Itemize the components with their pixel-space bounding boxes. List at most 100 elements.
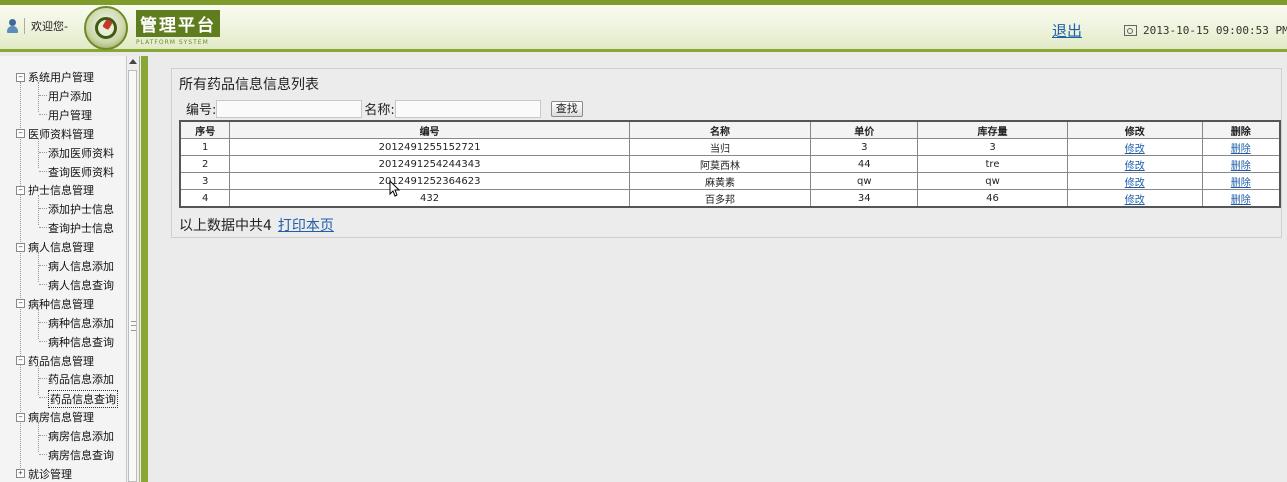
sidebar-scrollbar[interactable]	[126, 56, 139, 482]
medicine-list-panel: 所有药品信息信息列表 编号: 名称: 查找 序号 编号 名称 单价 库存量 修改 删除 12…	[171, 68, 1282, 238]
table-cell: 4	[179, 189, 231, 208]
table-row: 2 2012491254244343 阿莫西林 44 tre 修改 删除	[179, 155, 1281, 173]
sidebar-item[interactable]: 添加护士信息	[48, 201, 114, 217]
tree-guide-line	[38, 252, 39, 282]
scroll-thumb[interactable]	[128, 70, 137, 482]
tree-branch-line	[39, 378, 47, 380]
print-page-link[interactable]: 打印本页	[278, 218, 334, 234]
table-cell: 432	[229, 189, 630, 208]
brand-title: 管理平台	[136, 10, 220, 37]
table-cell: 麻黄素	[628, 172, 812, 190]
sidebar-group[interactable]: + 就诊管理	[16, 466, 72, 482]
sidebar-item[interactable]: 病房信息添加	[48, 428, 114, 444]
table-cell: 46	[917, 189, 1068, 208]
mouse-cursor-icon	[389, 180, 401, 197]
sidebar-item[interactable]: 病种信息查询	[48, 334, 114, 350]
tree-branch-line	[39, 227, 47, 229]
tree-guide-line	[38, 422, 39, 452]
collapse-icon[interactable]: −	[16, 72, 25, 82]
table-cell: 修改	[1066, 155, 1203, 173]
delete-link[interactable]: 删除	[1231, 144, 1251, 155]
top-header: 欢迎您- 管理平台 PLATFORM SYSTEM 退出 2013-10-15 …	[0, 0, 1287, 52]
sidebar-group-label: 就诊管理	[28, 467, 72, 481]
medicine-table: 序号 编号 名称 单价 库存量 修改 删除 1 2012491255152721 当归 3 3 修改删…	[179, 120, 1281, 208]
table-cell: 修改	[1066, 189, 1203, 208]
welcome-box: 欢迎您-	[6, 18, 68, 34]
sidebar-item[interactable]: 用户添加	[48, 88, 92, 104]
table-cell: 2012491254244343	[229, 155, 630, 173]
sidebar-item[interactable]: 添加医师资料	[48, 145, 114, 161]
column-header: 修改	[1066, 120, 1203, 139]
search-button[interactable]: 查找	[550, 100, 583, 117]
welcome-text: 欢迎您-	[24, 18, 68, 34]
delete-link[interactable]: 删除	[1231, 161, 1251, 172]
table-body: 1 2012491255152721 当归 3 3 修改 删除 2 20124912542443…	[179, 138, 1281, 208]
table-cell: 34	[810, 189, 919, 208]
logout-link[interactable]: 退出	[1052, 20, 1082, 41]
sidebar-group[interactable]: − 病房信息管理	[16, 409, 94, 425]
column-header: 序号	[179, 120, 231, 139]
collapse-icon[interactable]: −	[16, 185, 25, 195]
collapse-icon[interactable]: −	[16, 299, 25, 309]
sidebar-group[interactable]: − 病人信息管理	[16, 239, 94, 255]
table-cell: 2	[179, 155, 231, 173]
column-header: 库存量	[917, 120, 1068, 139]
record-count-text: 以上数据中共4	[179, 218, 272, 234]
brand: 管理平台 PLATFORM SYSTEM	[136, 10, 220, 46]
collapse-icon[interactable]: −	[16, 242, 25, 252]
tree-branch-line	[39, 170, 47, 172]
edit-link[interactable]: 修改	[1125, 144, 1145, 155]
sidebar-item[interactable]: 用户管理	[48, 107, 92, 123]
name-search-input[interactable]	[394, 99, 541, 118]
sidebar-item[interactable]: 病人信息添加	[48, 258, 114, 274]
table-cell: 2012491252364623	[229, 172, 630, 190]
collapse-icon[interactable]: −	[16, 412, 25, 422]
table-cell: qw	[810, 172, 919, 190]
tree-branch-line	[39, 340, 47, 342]
table-cell: tre	[917, 155, 1068, 173]
table-cell: 44	[810, 155, 919, 173]
code-search-input[interactable]	[216, 99, 363, 118]
sidebar-item[interactable]: 病人信息查询	[48, 277, 114, 293]
edit-link[interactable]: 修改	[1125, 161, 1145, 172]
sidebar: − 系统用户管理用户添加用户管理 − 医师资料管理添加医师资料 查询医师资料 − 护士信息管…	[0, 56, 140, 482]
column-header: 删除	[1201, 120, 1281, 139]
edit-link[interactable]: 修改	[1125, 195, 1145, 206]
sidebar-group[interactable]: − 病种信息管理	[16, 296, 94, 312]
table-cell: 删除	[1201, 155, 1281, 173]
table-row: 3 2012491252364623 麻黄素 qw qw 修改 删除	[179, 172, 1281, 190]
tree-branch-line	[39, 397, 47, 399]
delete-link[interactable]: 删除	[1231, 178, 1251, 189]
collapse-icon[interactable]: −	[16, 129, 25, 139]
tree-branch-line	[39, 208, 47, 210]
sidebar-group[interactable]: − 系统用户管理	[16, 69, 94, 85]
sidebar-item[interactable]: 查询医师资料	[48, 164, 114, 180]
table-row: 4 432 百多邦 34 46 修改 删除	[179, 189, 1281, 208]
sidebar-item[interactable]: 查询护士信息	[48, 220, 114, 236]
sidebar-group[interactable]: − 护士信息管理	[16, 182, 94, 198]
sidebar-item[interactable]: 病房信息查询	[48, 447, 114, 463]
user-icon	[6, 18, 20, 34]
table-cell: 1	[179, 138, 231, 156]
sidebar-item[interactable]: 药品信息添加	[48, 371, 114, 387]
tree-guide-line	[38, 308, 39, 339]
tree-branch-line	[39, 265, 47, 266]
table-cell: 百多邦	[628, 189, 812, 208]
table-cell: 修改	[1066, 172, 1203, 190]
sidebar-group[interactable]: − 药品信息管理	[16, 353, 94, 369]
expand-icon[interactable]: +	[16, 469, 25, 479]
table-cell: 阿莫西林	[628, 155, 812, 173]
tree-branch-line	[39, 321, 47, 323]
datetime-text: 2013-10-15 09:00:53 PM	[1143, 24, 1287, 37]
frame-divider[interactable]	[141, 56, 148, 482]
tree-branch-line	[39, 113, 47, 115]
table-cell: 3	[179, 172, 231, 190]
delete-link[interactable]: 删除	[1231, 195, 1251, 206]
scroll-up-arrow-icon[interactable]	[129, 59, 137, 64]
code-label: 编号:	[186, 103, 217, 118]
sidebar-group[interactable]: − 医师资料管理	[16, 126, 94, 142]
edit-link[interactable]: 修改	[1125, 178, 1145, 189]
collapse-icon[interactable]: −	[16, 356, 25, 365]
sidebar-item[interactable]: 药品信息查询	[48, 390, 118, 409]
sidebar-item[interactable]: 病种信息添加	[48, 315, 114, 331]
